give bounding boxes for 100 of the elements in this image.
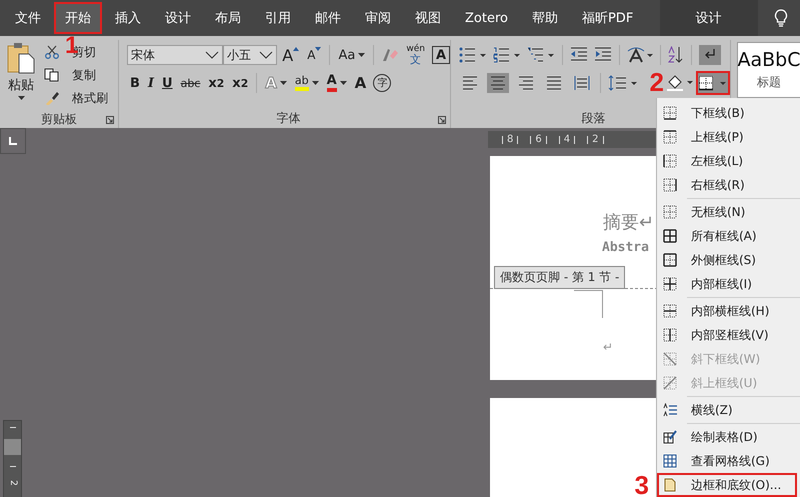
menu-item[interactable]: 边框和底纹(O)... (657, 473, 797, 497)
heading-text: 摘要↵ (603, 211, 654, 234)
corner-icon (9, 137, 17, 145)
font-name-field[interactable]: 宋体 (127, 45, 224, 65)
caret-icon (280, 81, 287, 85)
menu-item[interactable]: 横线(Z) (657, 398, 797, 422)
border-icon (663, 253, 677, 267)
ribbon-tab[interactable]: 审阅 (354, 2, 402, 34)
corner-mark-icon (574, 290, 604, 318)
line-spacing-icon[interactable] (608, 75, 638, 91)
eraser-icon[interactable] (381, 47, 400, 63)
step-number: 2 (650, 69, 664, 95)
ribbon-tab[interactable]: 插入 (104, 2, 152, 34)
font-color-button[interactable]: A (324, 72, 350, 94)
menu-item[interactable]: 内部框线(I) (657, 272, 797, 296)
shading-bucket-icon[interactable] (666, 74, 694, 92)
group-label: 剪贴板 (41, 110, 77, 128)
shrink-font-button[interactable]: A (304, 44, 324, 66)
ribbon-tab[interactable]: 设计 (154, 2, 202, 34)
menu-item[interactable]: 绘制表格(D) (657, 425, 797, 449)
borders-button[interactable] (696, 71, 730, 95)
style-gallery-item[interactable]: AaBbC 标题 (737, 42, 800, 98)
border-icon (663, 205, 677, 219)
ribbon-tab[interactable]: 帮助 (520, 2, 569, 34)
ribbon-tab[interactable]: 福昕PDF (570, 2, 644, 34)
border-icon (663, 106, 677, 120)
ribbon-tab[interactable]: 文件 (4, 2, 52, 34)
character-shading-button[interactable]: A (352, 72, 370, 94)
numbered-list-icon[interactable] (493, 47, 521, 63)
horizontal-line-icon (663, 403, 677, 417)
lightbulb-icon[interactable] (774, 9, 788, 27)
scissors-icon (44, 45, 60, 59)
menu-item[interactable]: 右框线(R) (657, 173, 797, 197)
menu-item[interactable]: 外侧框线(S) (657, 248, 797, 272)
caret-up-icon (293, 47, 300, 51)
border-icon (663, 154, 677, 168)
caret-icon (312, 81, 319, 85)
multilevel-list-icon[interactable] (527, 47, 555, 63)
bullet-list-icon[interactable] (459, 47, 487, 63)
chevron-down-icon (205, 51, 220, 59)
format-button[interactable]: abc (178, 72, 204, 94)
ribbon-tab[interactable]: 引用 (254, 2, 302, 34)
menu-item[interactable]: 无框线(N) (657, 200, 797, 224)
grow-font-button[interactable]: A (279, 44, 302, 66)
border-icon (663, 376, 677, 390)
paste-button[interactable]: 粘贴 (6, 42, 36, 108)
dialog-launcher-icon[interactable] (438, 116, 446, 124)
chevron-down-icon (259, 51, 274, 59)
caret-icon (18, 96, 24, 100)
ribbon-tab[interactable]: 布局 (204, 2, 252, 34)
asian-layout-icon[interactable] (627, 47, 653, 63)
copy-icon (44, 68, 60, 82)
border-icon (663, 130, 677, 144)
caret-icon (358, 53, 366, 57)
format-button[interactable]: B (127, 72, 143, 94)
change-case-button[interactable]: Aa (335, 44, 368, 66)
ribbon-tab[interactable]: 邮件 (304, 2, 352, 34)
group-label: 字体 (276, 110, 300, 126)
phonetic-guide-button[interactable]: wén 文 (403, 44, 428, 66)
caret-icon (340, 81, 347, 85)
sort-icon[interactable] (668, 46, 684, 64)
decrease-indent-icon[interactable] (570, 47, 588, 63)
menu-item[interactable]: 所有框线(A) (657, 224, 797, 248)
format-painter-button[interactable]: 格式刷 (44, 88, 108, 108)
ribbon-tab[interactable]: 视图 (404, 2, 452, 34)
border-icon (663, 328, 677, 342)
menu-item[interactable]: 内部横框线(H) (657, 299, 797, 323)
align-icon[interactable] (487, 73, 509, 93)
pencil-table-icon (663, 430, 677, 444)
ribbon-tab[interactable]: Zotero (454, 4, 519, 32)
footer-label: 偶数页页脚 - 第 1 节 - (494, 266, 626, 289)
heading-text: Abstra (602, 240, 649, 255)
border-icon (663, 178, 677, 192)
border-icon (663, 277, 677, 291)
character-border-button[interactable]: A (432, 46, 450, 64)
increase-indent-icon[interactable] (594, 47, 612, 63)
highlight-button[interactable]: ab (292, 72, 322, 94)
menu-item[interactable]: 下框线(B) (657, 101, 797, 125)
menu-item[interactable]: 左框线(L) (657, 149, 797, 173)
format-button[interactable]: U (159, 72, 176, 94)
paintbrush-icon (44, 91, 60, 105)
clipboard-icon (6, 42, 36, 74)
font-size-field[interactable]: 小五 (223, 45, 278, 65)
format-button[interactable]: I (144, 72, 158, 94)
menu-item[interactable]: 内部竖框线(V) (657, 323, 797, 347)
border-icon (663, 229, 677, 243)
page-icon (663, 478, 677, 492)
step-number: 3 (634, 472, 649, 497)
border-icon (663, 304, 677, 318)
tab-selector-button[interactable] (0, 128, 26, 154)
grid-icon (663, 454, 677, 468)
vertical-ruler: 2 (3, 420, 22, 497)
dialog-launcher-icon[interactable] (106, 116, 114, 124)
paragraph-mark: ↵ (603, 340, 614, 354)
enclose-character-button[interactable]: 字 (373, 74, 392, 92)
border-icon (663, 352, 677, 366)
group-label: 段落 (582, 110, 606, 126)
menu-item[interactable]: 查看网格线(G) (657, 449, 797, 473)
ribbon-tab[interactable]: 开始 (54, 2, 102, 34)
copy-button[interactable]: 复制 (44, 65, 108, 85)
